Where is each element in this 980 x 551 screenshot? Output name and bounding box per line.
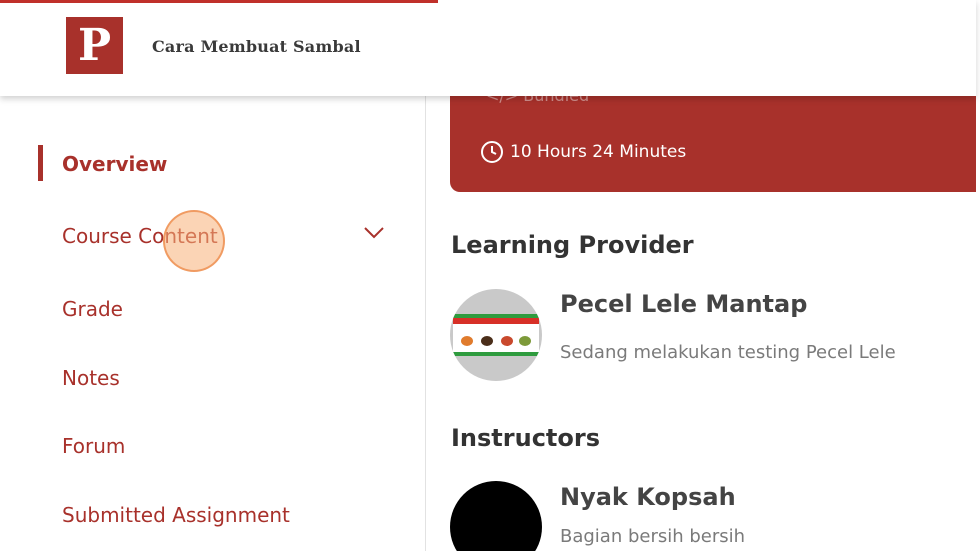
learning-provider-heading: Learning Provider	[451, 231, 694, 259]
provider-description: Sedang melakukan testing Pecel Lele	[560, 342, 896, 363]
clock-icon	[481, 141, 503, 163]
chevron-down-icon[interactable]	[363, 224, 385, 240]
instructor-avatar[interactable]	[450, 481, 542, 551]
instructors-heading: Instructors	[451, 424, 601, 452]
sidebar-item-submitted-assignment[interactable]: Submitted Assignment	[62, 503, 290, 527]
active-indicator	[38, 145, 43, 181]
provider-avatar[interactable]	[450, 289, 542, 381]
sidebar-item-overview[interactable]: Overview	[62, 152, 167, 176]
duration-text: 10 Hours 24 Minutes	[510, 142, 687, 162]
instructor-description: Bagian bersih bersih	[560, 526, 746, 547]
click-indicator	[163, 210, 225, 272]
sidebar-item-grade[interactable]: Grade	[62, 297, 123, 321]
provider-logo-image	[453, 314, 539, 356]
top-header: P Cara Membuat Sambal	[0, 0, 976, 96]
instructor-name[interactable]: Nyak Kopsah	[560, 483, 736, 511]
duration-row: 10 Hours 24 Minutes	[480, 140, 686, 164]
sidebar-item-forum[interactable]: Forum	[62, 434, 125, 458]
sidebar-item-notes[interactable]: Notes	[62, 366, 120, 390]
header-accent-bar	[0, 0, 438, 3]
course-info-banner: </> Bundled 10 Hours 24 Minutes	[450, 80, 976, 192]
sidebar-nav: Overview Course Content Grade Notes Foru…	[0, 96, 426, 551]
course-title: Cara Membuat Sambal	[152, 37, 361, 56]
provider-name[interactable]: Pecel Lele Mantap	[560, 290, 807, 318]
app-logo[interactable]: P	[66, 17, 123, 74]
